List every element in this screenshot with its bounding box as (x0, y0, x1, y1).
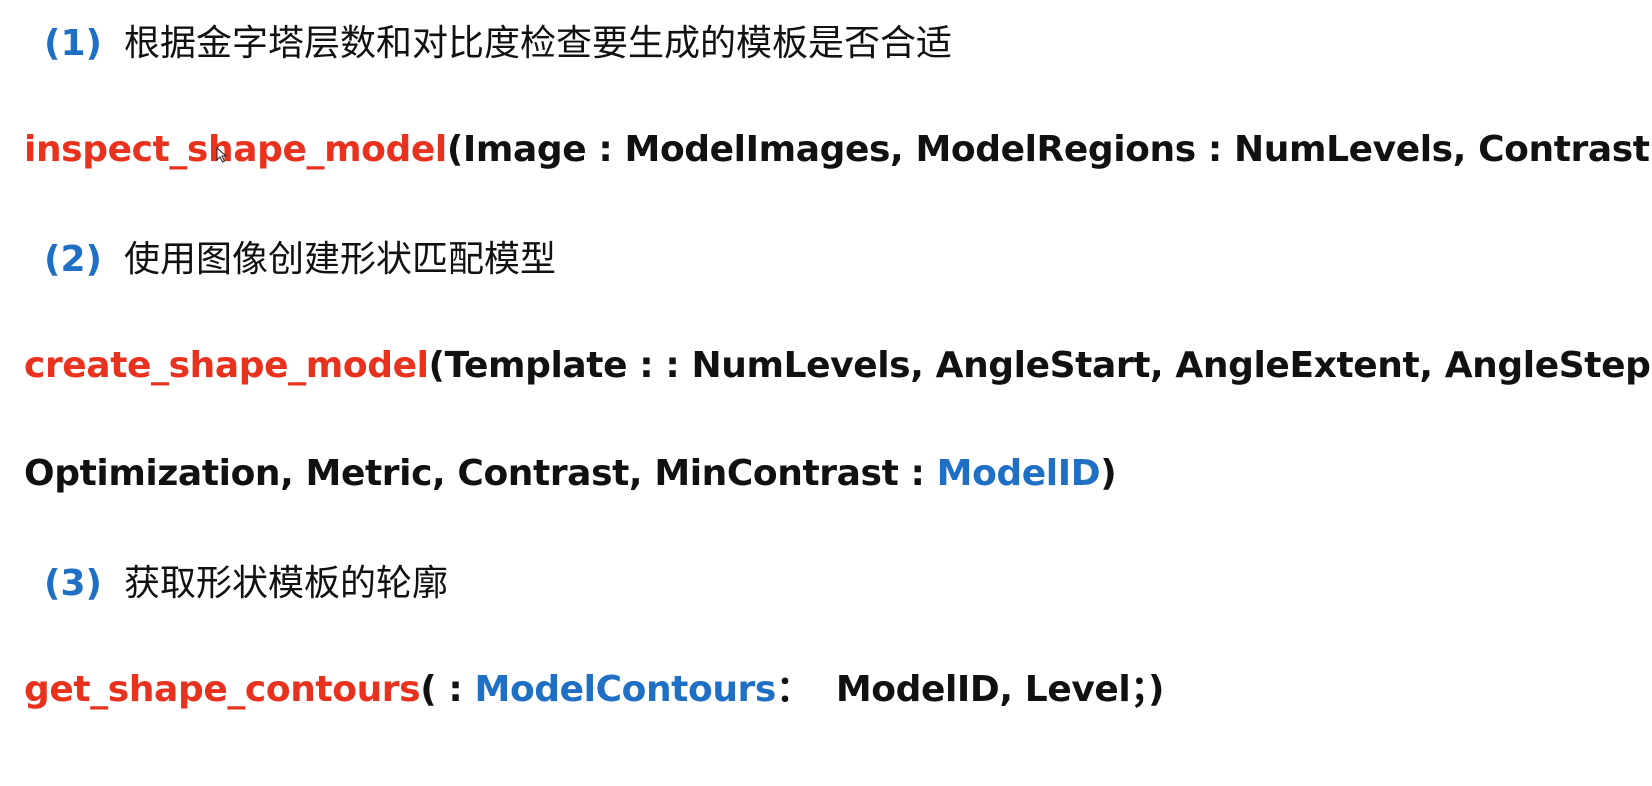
create-shape-model-args-line-2: Optimization, Metric, Contrast, MinContr… (24, 453, 937, 494)
create-shape-model-signature-line-2: Optimization, Metric, Contrast, MinContr… (24, 453, 1117, 494)
step-3-number: (3) (44, 563, 102, 604)
get-shape-contours-args-rest: ModelID, Level；) (811, 669, 1165, 710)
slide: { "steps": [ { "number": "(1)", "title":… (0, 0, 1652, 786)
step-1-number: (1) (44, 23, 102, 64)
get-shape-contours-args-open: ( : (420, 669, 475, 710)
function-name-get-shape-contours: get_shape_contours (24, 669, 421, 710)
get-shape-contours-separator: ： (775, 669, 812, 710)
mouse-pointer-icon (216, 147, 228, 163)
function-name-create-shape-model: create_shape_model (24, 345, 429, 386)
step-1-heading: (1) 根据金字塔层数和对比度检查要生成的模板是否合适 (44, 26, 952, 62)
function-name-inspect-shape-model: inspect_shape_model (24, 129, 447, 170)
create-shape-model-args-line-1: (Template : : NumLevels, AngleStart, Ang… (428, 345, 1652, 386)
step-2-heading: (2) 使用图像创建形状匹配模型 (44, 242, 556, 278)
get-shape-contours-signature: get_shape_contours( : ModelContours： Mod… (24, 672, 1164, 708)
output-param-model-contours: ModelContours (474, 669, 777, 710)
inspect-shape-model-signature: inspect_shape_model(Image : ModelImages,… (24, 132, 1652, 168)
create-shape-model-args-close: ) (1100, 453, 1117, 494)
step-2-title: 使用图像创建形状匹配模型 (123, 239, 556, 280)
step-1-title: 根据金字塔层数和对比度检查要生成的模板是否合适 (123, 23, 952, 64)
output-param-model-id: ModelID (936, 453, 1101, 494)
step-3-title: 获取形状模板的轮廓 (123, 563, 448, 604)
step-3-heading: (3) 获取形状模板的轮廓 (44, 566, 448, 602)
step-2-number: (2) (44, 239, 102, 280)
create-shape-model-signature-line-1: create_shape_model(Template : : NumLevel… (24, 348, 1652, 384)
inspect-shape-model-args: (Image : ModelImages, ModelRegions : Num… (446, 129, 1652, 170)
